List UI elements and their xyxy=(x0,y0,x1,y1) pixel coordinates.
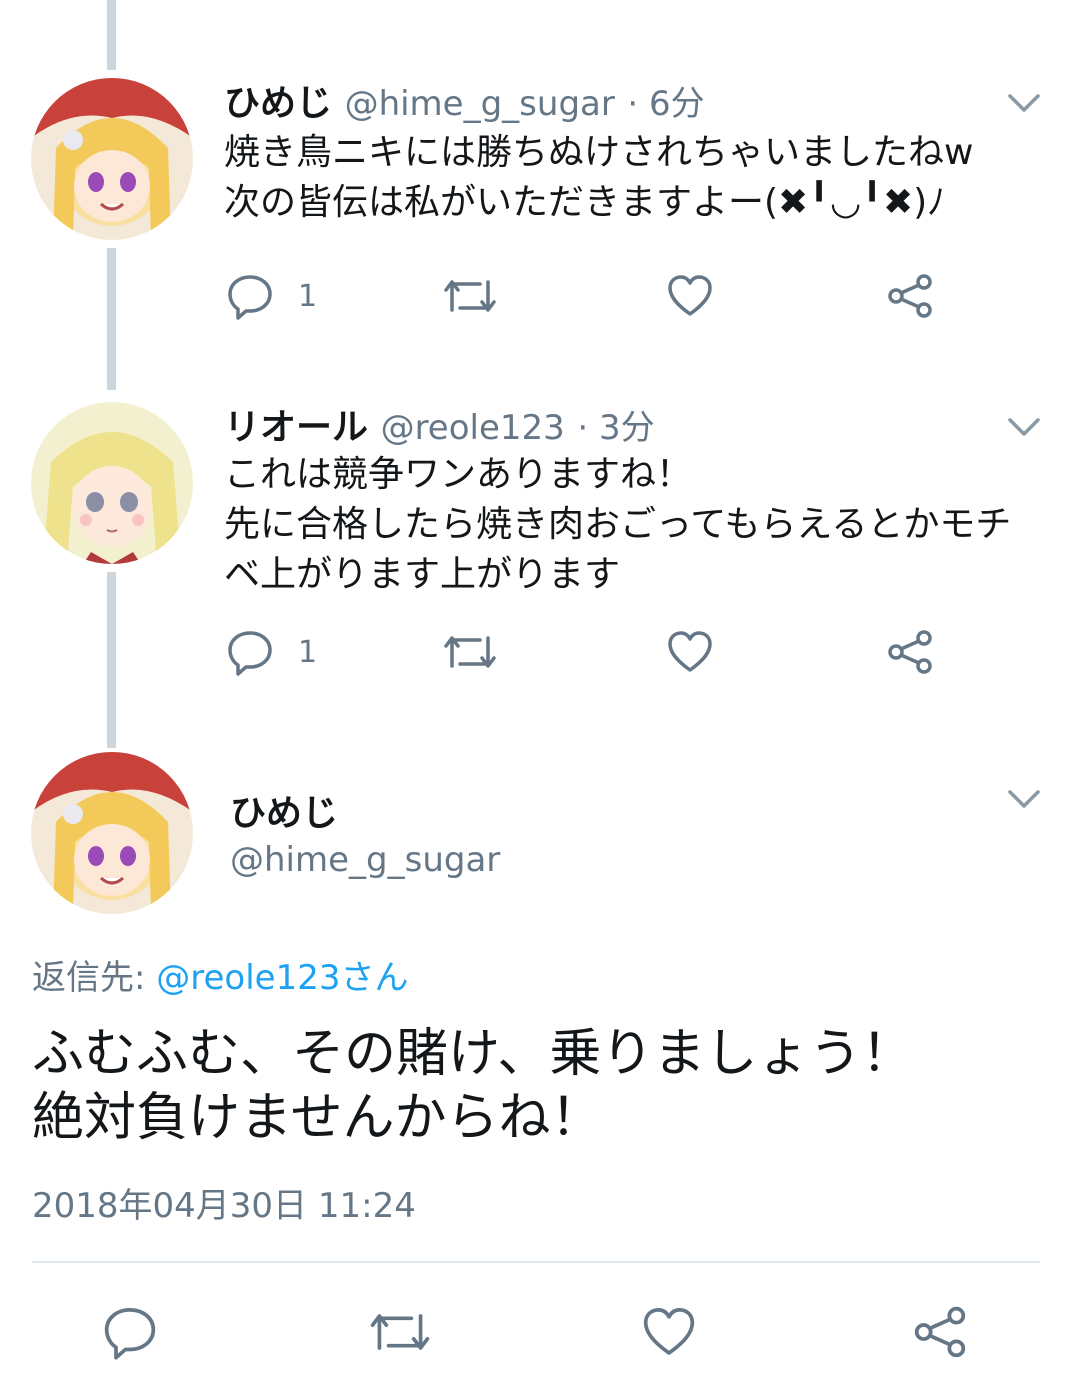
retweet-icon xyxy=(444,636,496,668)
reply-button[interactable]: 1 xyxy=(226,628,317,676)
avatar[interactable] xyxy=(31,752,193,914)
reply-count: 1 xyxy=(298,278,318,314)
chevron-down-icon[interactable] xyxy=(1007,92,1041,114)
share-button[interactable] xyxy=(886,272,934,320)
reply-icon xyxy=(228,275,272,320)
reply-icon xyxy=(228,631,272,676)
divider xyxy=(32,1261,1040,1263)
chevron-down-icon[interactable] xyxy=(1007,788,1041,810)
chevron-down-icon[interactable] xyxy=(1007,416,1041,438)
reply-label: 返信先: xyxy=(32,958,157,998)
retweet-button[interactable] xyxy=(442,628,498,676)
author-handle[interactable]: @hime_g_sugar xyxy=(345,84,615,124)
author-name[interactable]: ひめじ xyxy=(224,83,332,124)
reply-target-link[interactable]: @reole123さん xyxy=(156,958,408,998)
avatar[interactable] xyxy=(31,78,193,240)
avatar[interactable] xyxy=(31,402,193,564)
share-button[interactable] xyxy=(886,628,934,676)
tweet-time[interactable]: · 3分 xyxy=(577,408,654,448)
share-icon xyxy=(914,1306,966,1358)
share-icon xyxy=(888,274,932,318)
reply-context: 返信先: @reole123さん xyxy=(32,950,408,999)
author-handle[interactable]: @reole123 xyxy=(381,408,565,448)
reply-button[interactable]: 1 xyxy=(226,272,317,320)
like-button[interactable] xyxy=(666,628,714,676)
share-icon xyxy=(888,630,932,674)
retweet-icon xyxy=(370,1314,430,1350)
heart-icon xyxy=(643,1307,695,1355)
author-name[interactable]: リオール xyxy=(224,407,368,448)
main-tweet-text: ふむふむ、その賭け、乗りましょう！ 絶対負けませんからね！ xyxy=(32,1024,914,1148)
heart-icon xyxy=(668,631,712,672)
like-button[interactable] xyxy=(640,1304,698,1360)
tweet-text: 焼き鳥ニキには勝ちぬけされちゃいましたねw 次の皆伝は私がいただきますよー(✖╹… xyxy=(224,132,974,223)
retweet-icon xyxy=(444,280,496,312)
retweet-button[interactable] xyxy=(368,1304,432,1360)
share-button[interactable] xyxy=(912,1304,968,1360)
reply-button[interactable] xyxy=(102,1304,158,1360)
like-button[interactable] xyxy=(666,272,714,320)
reply-count: 1 xyxy=(298,634,318,670)
main-author-handle[interactable]: @hime_g_sugar xyxy=(230,840,500,880)
tweet-time[interactable]: · 6分 xyxy=(627,84,704,124)
tweet-text: これは競争ワンありますね！ 先に合格したら焼き肉おごってもらえるとかモチベ上がり… xyxy=(224,454,1012,595)
tweet-timestamp[interactable]: 2018年04月30日 11:24 xyxy=(32,1178,416,1227)
heart-icon xyxy=(668,275,712,316)
tweet-actions: 1 xyxy=(0,628,1073,688)
main-author-name[interactable]: ひめじ xyxy=(230,784,338,836)
reply-icon xyxy=(104,1307,156,1360)
thread-line xyxy=(107,0,116,70)
tweet-author[interactable]: リオール @reole123 · 3分 xyxy=(224,398,655,450)
tweet-author[interactable]: ひめじ @hime_g_sugar · 6分 xyxy=(224,74,705,126)
tweet-actions: 1 xyxy=(0,272,1073,332)
retweet-button[interactable] xyxy=(442,272,498,320)
main-tweet-actions xyxy=(0,1304,1073,1364)
